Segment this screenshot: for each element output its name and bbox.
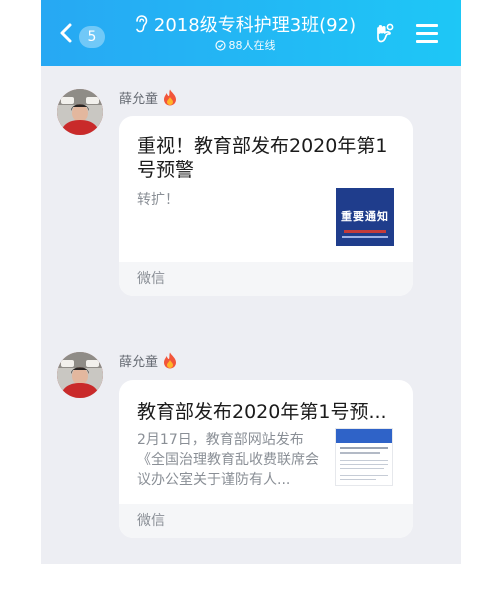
card-description: 2月17日，教育部网站发布《全国治理教育乱收费联席会议办公室关于谨防有人... bbox=[137, 432, 319, 488]
chat-header: 5 2018级专科护理3班(92) 88人在线 bbox=[41, 0, 461, 66]
shared-link-card[interactable]: 重视！教育部发布2020年第1号预警 转扩！ 重要通知 微信 bbox=[119, 116, 413, 296]
fire-icon bbox=[164, 89, 177, 106]
card-source: 微信 bbox=[119, 504, 413, 538]
sender-avatar[interactable] bbox=[57, 89, 103, 135]
back-arrow-icon[interactable] bbox=[55, 22, 77, 44]
hand-raise-icon[interactable] bbox=[373, 22, 397, 46]
card-thumbnail bbox=[335, 428, 393, 486]
card-title: 教育部发布2020年第1号预... bbox=[137, 401, 387, 423]
fire-icon bbox=[164, 352, 177, 369]
earpiece-mode-icon bbox=[136, 15, 148, 33]
sender-avatar[interactable] bbox=[57, 352, 103, 398]
sender-name: 薛允童 bbox=[119, 92, 159, 107]
card-source: 微信 bbox=[119, 262, 413, 296]
shared-link-card[interactable]: 教育部发布2020年第1号预... 2月17日，教育部网站发布《全国治理教育乱收… bbox=[119, 380, 413, 538]
online-count: 88人在线 bbox=[228, 39, 276, 52]
card-thumbnail: 重要通知 bbox=[336, 188, 394, 246]
avatar-photo bbox=[57, 89, 103, 135]
group-title: 2018级专科护理3班(92) bbox=[153, 15, 357, 36]
unread-count-badge[interactable]: 5 bbox=[79, 26, 105, 48]
chat-window: 5 2018级专科护理3班(92) 88人在线 薛允童 重视！教育部发布2020… bbox=[41, 0, 461, 564]
card-title: 重视！教育部发布2020年第1号预警 bbox=[137, 135, 388, 181]
sender-name-row: 薛允童 bbox=[119, 89, 177, 109]
menu-icon[interactable] bbox=[416, 24, 438, 43]
sender-name-row: 薛允童 bbox=[119, 352, 177, 372]
card-description: 转扩！ bbox=[137, 192, 179, 208]
sender-name: 薛允童 bbox=[119, 355, 159, 370]
online-status-icon bbox=[214, 40, 226, 51]
avatar-photo bbox=[57, 352, 103, 398]
chat-title-area[interactable]: 2018级专科护理3班(92) 88人在线 bbox=[125, 14, 365, 53]
thumbnail-text: 重要通知 bbox=[341, 210, 389, 223]
